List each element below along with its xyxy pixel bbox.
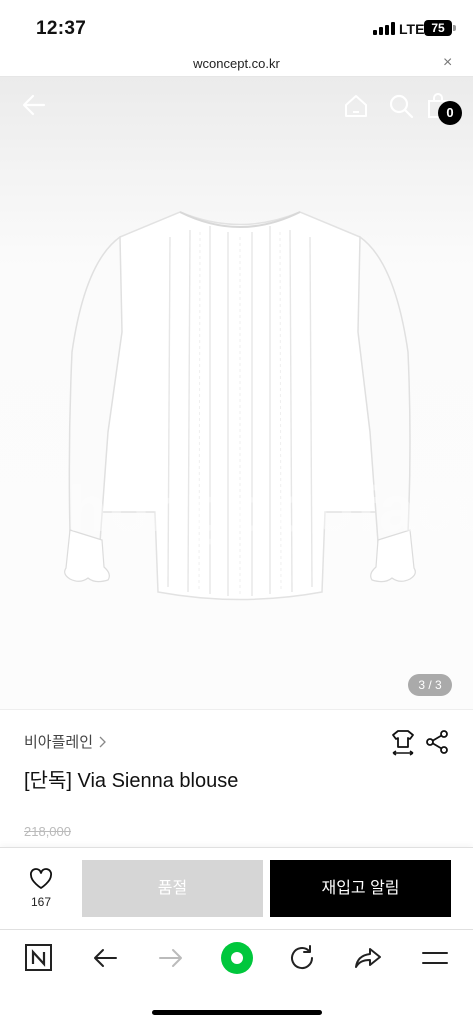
page-header: 0 [0, 77, 473, 137]
naver-logo-icon[interactable] [24, 943, 54, 973]
heart-icon[interactable] [29, 868, 53, 890]
soldout-button[interactable]: 품절 [82, 860, 263, 917]
product-image-gallery[interactable]: 0 hongdoofactory 3 / 3 [0, 77, 473, 709]
blouse-product-image [64, 211, 416, 601]
share-icon[interactable] [425, 730, 449, 754]
image-page-indicator: 3 / 3 [408, 674, 452, 696]
product-info: 비아플레인 [단독] Via Sienna blouse 218,000 [0, 709, 473, 847]
url-bar[interactable]: wconcept.co.kr × [0, 52, 473, 77]
forward-icon[interactable] [156, 943, 186, 973]
product-title: [단독] Via Sienna blouse [24, 770, 239, 792]
back-icon[interactable] [90, 943, 120, 973]
home-indicator [152, 1010, 322, 1015]
brand-name[interactable]: 비아플레인 [24, 731, 93, 752]
search-icon[interactable] [388, 93, 414, 119]
share-arrow-icon[interactable] [353, 943, 383, 973]
original-price: 218,000 [24, 824, 71, 839]
restock-alert-button[interactable]: 재입고 알림 [270, 860, 451, 917]
network-type: LTE [399, 21, 425, 37]
brand-link[interactable]: 비아플레인 [24, 731, 107, 752]
battery-icon: 75 [424, 20, 452, 36]
like-count: 167 [30, 895, 52, 909]
back-arrow-icon[interactable] [20, 91, 48, 119]
image-watermark: hongdoofactory [68, 473, 473, 545]
purchase-action-bar: 167 품절 재입고 알림 [0, 847, 473, 929]
chevron-right-icon [99, 736, 106, 747]
browser-toolbar [0, 929, 473, 1024]
cart-count-badge[interactable]: 0 [438, 101, 462, 125]
size-guide-icon[interactable] [390, 728, 416, 756]
refresh-icon[interactable] [287, 943, 317, 973]
menu-icon[interactable] [420, 943, 450, 973]
signal-icon [373, 22, 395, 35]
home-icon[interactable] [343, 93, 369, 119]
close-icon[interactable]: × [443, 54, 452, 72]
status-bar: 12:37 LTE 75 [0, 0, 473, 52]
status-time: 12:37 [36, 18, 87, 39]
green-dot-icon[interactable] [220, 941, 254, 975]
battery-tip [453, 25, 456, 31]
like-button[interactable]: 167 [18, 868, 64, 916]
url-domain[interactable]: wconcept.co.kr [0, 56, 473, 71]
